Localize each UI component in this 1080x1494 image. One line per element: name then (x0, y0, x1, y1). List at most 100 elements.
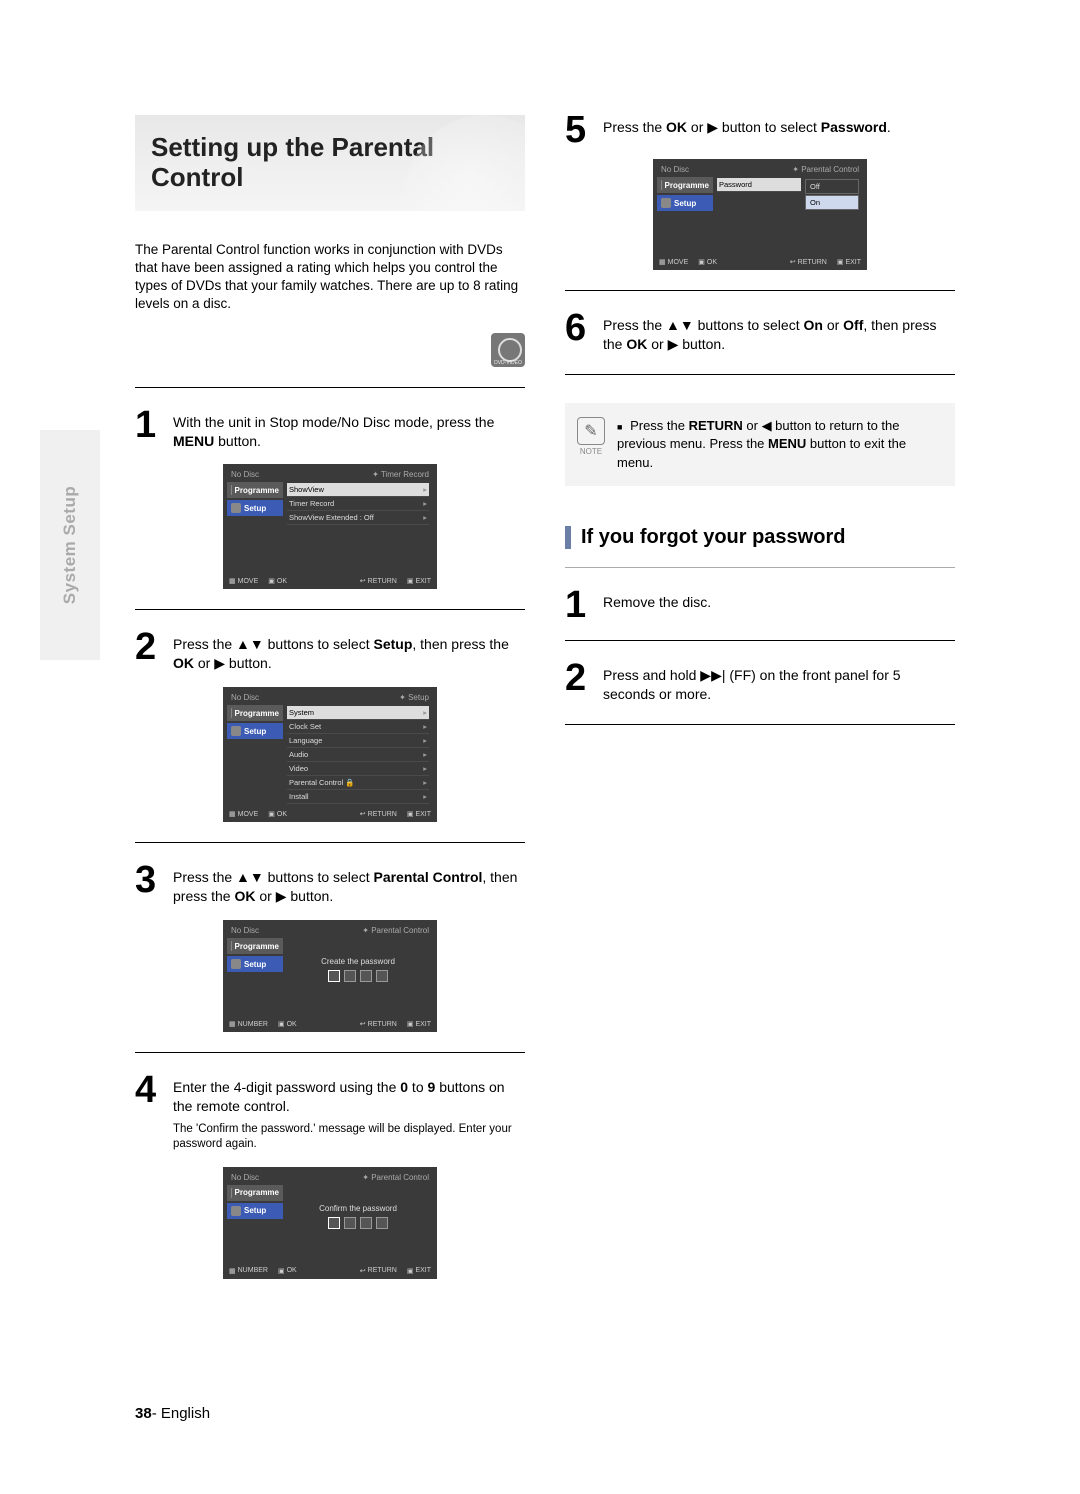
right-icon: ▶ (668, 336, 679, 352)
step-text: Press the ▲▼ buttons to select On or Off… (603, 313, 955, 354)
right-icon: ▶ (707, 119, 718, 135)
divider (135, 387, 525, 388)
subheading-forgot-password: If you forgot your password (565, 526, 955, 549)
osd-item: Language▸ (287, 734, 429, 748)
step-number: 2 (135, 632, 163, 673)
osd-item: Video▸ (287, 762, 429, 776)
osd-footer: ▦ MOVE ▣ OK ↩ RETURN ▣ EXIT (657, 254, 863, 266)
fast-forward-icon: ▶▶| (700, 667, 725, 683)
side-tab: System Setup (40, 430, 100, 660)
page-language: English (161, 1405, 210, 1422)
osd-status: No Disc (231, 1173, 259, 1182)
step-text: Remove the disc. (603, 590, 711, 620)
forgot-step-1: 1 Remove the disc. (565, 590, 955, 620)
up-down-icon: ▲▼ (236, 869, 264, 885)
left-icon: ◀ (762, 418, 772, 433)
divider (565, 724, 955, 725)
step-2: 2 Press the ▲▼ buttons to select Setup, … (135, 632, 525, 673)
step-number: 1 (135, 410, 163, 451)
osd-option-off: Off (805, 179, 859, 194)
divider (135, 1052, 525, 1053)
note-icon: ✎ (577, 417, 605, 445)
password-boxes (287, 970, 429, 982)
divider (565, 640, 955, 641)
osd-programme: Programme (227, 938, 283, 954)
step-text: Press and hold ▶▶| (FF) on the front pan… (603, 663, 955, 704)
osd-crumb: ✦ Timer Record (372, 470, 429, 479)
osd-setup: Setup (227, 500, 283, 516)
osd-footer: ▦ MOVE ▣ OK ↩ RETURN ▣ EXIT (227, 806, 433, 818)
osd-footer: ▦ MOVE ▣ OK ↩ RETURN ▣ EXIT (227, 573, 433, 585)
divider (565, 567, 955, 568)
step-number: 3 (135, 865, 163, 906)
password-boxes (287, 1217, 429, 1229)
osd-crumb: ✦ Setup (399, 693, 429, 702)
step-1: 1 With the unit in Stop mode/No Disc mod… (135, 410, 525, 451)
step-text: Enter the 4-digit password using the 0 t… (173, 1075, 525, 1116)
osd-crumb: ✦ Parental Control (362, 1173, 429, 1182)
osd-center-text: Create the password (287, 939, 429, 990)
osd-setup: Setup (227, 1203, 283, 1219)
page-footer: 38- English (135, 1405, 210, 1422)
divider (565, 290, 955, 291)
divider (565, 374, 955, 375)
osd-setup: Setup (227, 723, 283, 739)
step-text: With the unit in Stop mode/No Disc mode,… (173, 410, 525, 451)
osd-item: Parental Control 🔒▸ (287, 776, 429, 790)
osd-screen-password-onoff: No Disc ✦ Parental Control Programme Set… (653, 159, 867, 270)
osd-screen-timer-record: No Disc ✦ Timer Record Programme Setup S… (223, 464, 437, 589)
up-down-icon: ▲▼ (666, 317, 694, 333)
osd-programme: Programme (227, 1185, 283, 1201)
osd-crumb: ✦ Parental Control (792, 165, 859, 174)
osd-screen-confirm-password: No Disc ✦ Parental Control Programme Set… (223, 1167, 437, 1279)
osd-status: No Disc (231, 470, 259, 479)
osd-item: Clock Set▸ (287, 720, 429, 734)
right-icon: ▶ (214, 655, 225, 671)
page-title: Setting up the Parental Control (135, 115, 525, 211)
page-content: Setting up the Parental Control The Pare… (135, 115, 955, 1279)
note-label: NOTE (577, 447, 605, 456)
osd-crumb: ✦ Parental Control (362, 926, 429, 935)
divider (135, 842, 525, 843)
step-number: 5 (565, 115, 593, 145)
step-4: 4 Enter the 4-digit password using the 0… (135, 1075, 525, 1116)
osd-item: System▸ (287, 706, 429, 720)
osd-center-text: Confirm the password (287, 1186, 429, 1237)
osd-item: Audio▸ (287, 748, 429, 762)
osd-item: Password (717, 178, 801, 192)
step-3: 3 Press the ▲▼ buttons to select Parenta… (135, 865, 525, 906)
osd-item: Timer Record▸ (287, 497, 429, 511)
step-subtext: The 'Confirm the password.' message will… (135, 1122, 525, 1153)
osd-programme: Programme (227, 705, 283, 721)
forgot-step-2: 2 Press and hold ▶▶| (FF) on the front p… (565, 663, 955, 704)
osd-item: ShowView Extended : Off▸ (287, 511, 429, 525)
osd-screen-create-password: No Disc ✦ Parental Control Programme Set… (223, 920, 437, 1032)
osd-setup: Setup (227, 956, 283, 972)
right-icon: ▶ (276, 888, 287, 904)
osd-programme: Programme (227, 482, 283, 498)
side-tab-label: System Setup (60, 486, 80, 604)
right-column: 5 Press the OK or ▶ button to select Pas… (565, 115, 955, 1279)
osd-status: No Disc (231, 693, 259, 702)
text: button. (214, 433, 261, 449)
osd-status: No Disc (661, 165, 689, 174)
osd-item: ShowView▸ (287, 483, 429, 497)
osd-status: No Disc (231, 926, 259, 935)
osd-programme: Programme (657, 177, 713, 193)
up-down-icon: ▲▼ (236, 636, 264, 652)
osd-setup: Setup (657, 195, 713, 211)
step-text: Press the ▲▼ buttons to select Setup, th… (173, 632, 525, 673)
note-box: ✎ NOTE ■ Press the RETURN or ◀ button to… (565, 403, 955, 486)
osd-footer: ▦ NUMBER ▣ OK ↩ RETURN ▣ EXIT (227, 1016, 433, 1028)
intro-text: The Parental Control function works in c… (135, 241, 525, 314)
step-text: Press the OK or ▶ button to select Passw… (603, 115, 891, 145)
bold: MENU (173, 433, 214, 449)
step-6: 6 Press the ▲▼ buttons to select On or O… (565, 313, 955, 354)
osd-footer: ▦ NUMBER ▣ OK ↩ RETURN ▣ EXIT (227, 1263, 433, 1275)
left-column: Setting up the Parental Control The Pare… (135, 115, 525, 1279)
step-text: Press the ▲▼ buttons to select Parental … (173, 865, 525, 906)
text: With the unit in Stop mode/No Disc mode,… (173, 414, 494, 430)
osd-screen-setup: No Disc ✦ Setup Programme Setup System▸ … (223, 687, 437, 822)
dvd-video-icon (491, 333, 525, 367)
osd-item: Install▸ (287, 790, 429, 804)
